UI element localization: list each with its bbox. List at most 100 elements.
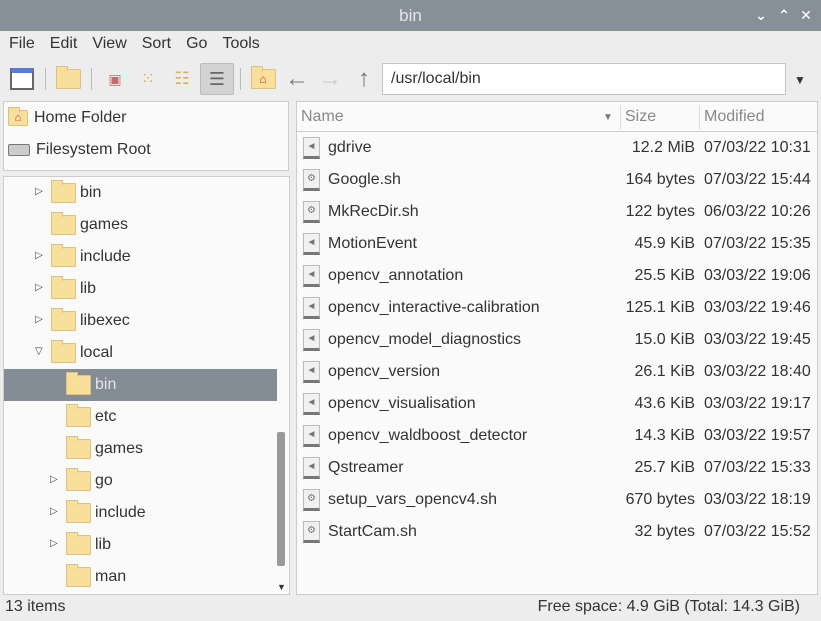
folder-icon: [51, 308, 76, 331]
file-modified: 07/03/22 15:44: [704, 171, 811, 188]
tree-item[interactable]: ▷ go: [4, 465, 277, 497]
menu-bar: File Edit View Sort Go Tools: [0, 31, 821, 59]
tree-item[interactable]: bin: [4, 369, 277, 401]
file-modified: 07/03/22 15:35: [704, 235, 811, 252]
file-row[interactable]: ◄ gdrive 12.2 MiB 07/03/22 10:31: [297, 132, 817, 164]
file-size: 25.5 KiB: [634, 267, 695, 284]
column-header: Name ▼ Size Modified: [297, 102, 817, 132]
script-file-icon: ⚙: [303, 489, 320, 511]
tree-item[interactable]: man: [4, 561, 277, 593]
file-row[interactable]: ◄ opencv_interactive-calibration 125.1 KiB…: [297, 292, 817, 324]
new-folder-button[interactable]: [53, 63, 83, 95]
new-window-icon: [10, 68, 34, 90]
file-name: Google.sh: [328, 171, 401, 188]
tree-item-label: lib: [95, 536, 112, 553]
drive-icon: [8, 144, 30, 156]
menu-sort[interactable]: Sort: [142, 31, 180, 59]
file-name: Qstreamer: [328, 459, 404, 476]
tree-item[interactable]: ▷ libexec: [4, 305, 277, 337]
tree-item[interactable]: games: [4, 209, 277, 241]
file-row[interactable]: ◄ opencv_model_diagnostics 15.0 KiB 03/03/2…: [297, 324, 817, 356]
file-size: 26.1 KiB: [634, 363, 695, 380]
tree-item-label: include: [95, 504, 146, 521]
file-size: 670 bytes: [625, 491, 695, 508]
tree-item[interactable]: ▽ local: [4, 337, 277, 369]
file-row[interactable]: ⚙ StartCam.sh 32 bytes 07/03/22 15:52: [297, 516, 817, 548]
tree-item[interactable]: ▷ lib: [4, 529, 277, 561]
place-filesystem-root[interactable]: Filesystem Root: [4, 134, 288, 166]
compact-view-icon: ☷: [174, 69, 190, 88]
scroll-down-arrow[interactable]: ▼: [277, 582, 286, 592]
file-name: MkRecDir.sh: [328, 203, 419, 220]
file-row[interactable]: ◄ opencv_waldboost_detector 14.3 KiB 03/03/…: [297, 420, 817, 452]
icon-view-icon: ⁙: [140, 69, 156, 88]
tree-item[interactable]: etc: [4, 401, 277, 433]
home-folder-icon: ⌂: [8, 107, 28, 126]
expander-collapsed-icon[interactable]: ▷: [50, 506, 58, 517]
expander-collapsed-icon[interactable]: ▷: [35, 250, 43, 261]
tree-item[interactable]: ▷ include: [4, 497, 277, 529]
up-button[interactable]: ↑: [349, 63, 379, 95]
file-row[interactable]: ⚙ MkRecDir.sh 122 bytes 06/03/22 10:26: [297, 196, 817, 228]
home-button[interactable]: ⌂: [248, 63, 278, 95]
expander-expanded-icon[interactable]: ▽: [35, 346, 43, 357]
status-item-count: 13 items: [5, 598, 66, 615]
tree-item-label: games: [80, 216, 129, 233]
file-size: 14.3 KiB: [634, 427, 695, 444]
column-size[interactable]: Size: [625, 108, 656, 126]
tree-item[interactable]: ▷ bin: [4, 177, 277, 209]
file-row[interactable]: ⚙ Google.sh 164 bytes 07/03/22 15:44: [297, 164, 817, 196]
file-row[interactable]: ◄ Qstreamer 25.7 KiB 07/03/22 15:33: [297, 452, 817, 484]
tree-scrollbar[interactable]: [277, 432, 285, 566]
new-window-button[interactable]: [7, 63, 37, 95]
toolbar-separator: [45, 68, 46, 90]
file-name: StartCam.sh: [328, 523, 417, 540]
expander-collapsed-icon[interactable]: ▷: [50, 474, 58, 485]
file-row[interactable]: ◄ opencv_annotation 25.5 KiB 03/03/22 19:06: [297, 260, 817, 292]
file-row[interactable]: ◄ opencv_visualisation 43.6 KiB 03/03/22 19…: [297, 388, 817, 420]
expander-collapsed-icon[interactable]: ▷: [35, 314, 43, 325]
place-home-folder[interactable]: ⌂ Home Folder: [4, 102, 288, 134]
minimize-button[interactable]: ⌄: [752, 6, 770, 24]
file-size: 125.1 KiB: [625, 299, 695, 316]
executable-file-icon: ◄: [303, 361, 320, 383]
column-modified[interactable]: Modified: [704, 108, 764, 126]
file-name: opencv_model_diagnostics: [328, 331, 522, 348]
tree-item[interactable]: ▷ include: [4, 241, 277, 273]
folder-icon: [66, 372, 91, 395]
column-separator[interactable]: [620, 106, 621, 130]
file-modified: 03/03/22 19:45: [704, 331, 811, 348]
tree-item[interactable]: ▷ lib: [4, 273, 277, 305]
executable-file-icon: ◄: [303, 233, 320, 255]
file-size: 122 bytes: [625, 203, 695, 220]
menu-edit[interactable]: Edit: [50, 31, 87, 59]
file-row[interactable]: ◄ MotionEvent 45.9 KiB 07/03/22 15:35: [297, 228, 817, 260]
menu-view[interactable]: View: [92, 31, 135, 59]
executable-file-icon: ◄: [303, 137, 320, 159]
forward-button[interactable]: →: [315, 63, 345, 95]
tree-item[interactable]: games: [4, 433, 277, 465]
file-name: opencv_version: [328, 363, 441, 380]
file-modified: 07/03/22 15:33: [704, 459, 811, 476]
menu-tools[interactable]: Tools: [222, 31, 268, 59]
detailed-list-view-button[interactable]: ☰: [200, 63, 234, 95]
file-row[interactable]: ◄ opencv_version 26.1 KiB 03/03/22 18:40: [297, 356, 817, 388]
close-button[interactable]: ✕: [797, 6, 815, 24]
menu-file[interactable]: File: [9, 31, 44, 59]
icon-view-button[interactable]: ⁙: [133, 63, 163, 95]
detailed-list-icon: ☰: [208, 68, 226, 89]
thumbnail-view-button[interactable]: ▣: [100, 63, 130, 95]
column-separator[interactable]: [699, 106, 700, 130]
expander-collapsed-icon[interactable]: ▷: [35, 282, 43, 293]
menu-go[interactable]: Go: [186, 31, 216, 59]
back-button[interactable]: ←: [282, 63, 312, 95]
executable-file-icon: ◄: [303, 297, 320, 319]
path-input[interactable]: /usr/local/bin: [382, 63, 786, 95]
expander-collapsed-icon[interactable]: ▷: [50, 538, 58, 549]
compact-view-button[interactable]: ☷: [167, 63, 197, 95]
path-history-dropdown[interactable]: ▼: [794, 73, 806, 87]
column-name[interactable]: Name: [301, 108, 344, 126]
file-row[interactable]: ⚙ setup_vars_opencv4.sh 670 bytes 03/03/22 …: [297, 484, 817, 516]
maximize-button[interactable]: ⌃: [775, 6, 793, 24]
expander-collapsed-icon[interactable]: ▷: [35, 186, 43, 197]
